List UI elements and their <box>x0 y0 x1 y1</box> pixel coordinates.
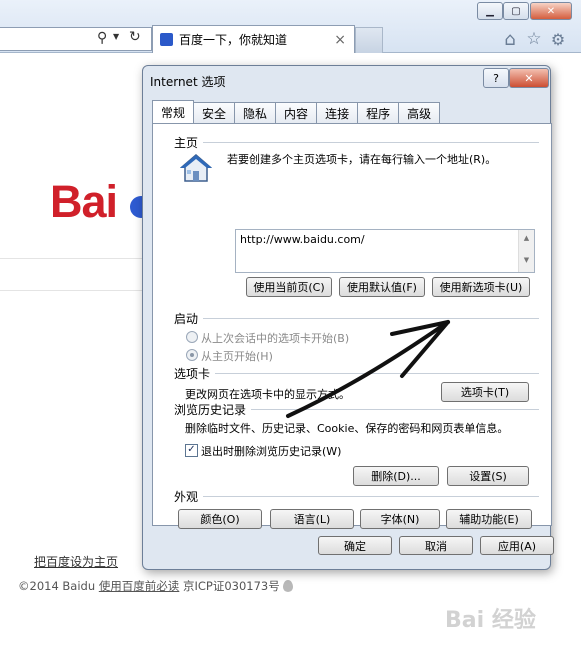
tabs-description: 更改网页在选项卡中的显示方式。 <box>185 388 350 401</box>
tab-title: 百度一下，你就知道 <box>179 33 288 47</box>
favorites-star-icon[interactable]: ☆ <box>525 29 543 49</box>
tab-close-icon[interactable]: × <box>334 32 346 48</box>
dialog-close-button[interactable]: ✕ <box>509 68 549 88</box>
url-scrollbar[interactable]: ▲ ▼ <box>518 230 534 272</box>
window-close-button[interactable]: ✕ <box>530 2 572 20</box>
colors-button[interactable]: 颜色(O) <box>178 509 262 529</box>
address-bar[interactable]: ⚲ ▼ ↻ <box>0 27 152 51</box>
startup-option-homepage[interactable]: 从主页开始(H) <box>186 348 273 364</box>
homepage-url-field[interactable]: http://www.baidu.com/ ▲ ▼ <box>235 229 535 273</box>
footer-copyright: ©2014 Baidu <box>18 579 96 593</box>
scroll-up-icon[interactable]: ▲ <box>519 234 534 242</box>
baidu-favicon-icon <box>160 33 173 46</box>
history-header: 浏览历史记录 <box>174 403 247 417</box>
footer-terms-link[interactable]: 使用百度前必读 <box>99 579 180 593</box>
minimize-icon: ▁ <box>486 5 494 17</box>
use-new-tab-button[interactable]: 使用新选项卡(U) <box>432 277 530 297</box>
page-divider <box>0 258 145 259</box>
tab-general[interactable]: 常规 <box>152 100 195 123</box>
section-divider <box>203 496 539 497</box>
help-icon: ? <box>493 71 499 85</box>
maximize-button[interactable]: ▢ <box>503 2 529 20</box>
minimize-button[interactable]: ▁ <box>477 2 503 20</box>
dropdown-arrow-icon[interactable]: ▼ <box>113 32 119 41</box>
close-icon: ✕ <box>546 5 556 17</box>
help-button[interactable]: ? <box>483 68 509 88</box>
new-tab-button[interactable] <box>355 27 383 53</box>
section-divider <box>203 142 539 143</box>
use-current-button[interactable]: 使用当前页(C) <box>246 277 332 297</box>
dialog-tabs: 常规 安全 隐私 内容 连接 程序 高级 <box>152 100 441 123</box>
startup-option-last-label: 从上次会话中的选项卡开始(B) <box>201 332 350 345</box>
scroll-down-icon[interactable]: ▼ <box>519 256 534 264</box>
history-description: 删除临时文件、历史记录、Cookie、保存的密码和网页表单信息。 <box>185 422 509 435</box>
baidu-logo: Bai <box>50 176 118 227</box>
tab-connections[interactable]: 连接 <box>316 102 359 123</box>
refresh-icon[interactable]: ↻ <box>129 29 141 45</box>
delete-history-button[interactable]: 删除(D)... <box>353 466 439 486</box>
tab-content[interactable]: 内容 <box>275 102 318 123</box>
homepage-url-text: http://www.baidu.com/ <box>240 233 365 246</box>
section-divider <box>203 318 539 319</box>
accessibility-button[interactable]: 辅助功能(E) <box>446 509 532 529</box>
set-homepage-link[interactable]: 把百度设为主页 <box>34 553 118 570</box>
tab-security[interactable]: 安全 <box>193 102 236 123</box>
house-icon <box>179 154 213 182</box>
startup-header: 启动 <box>174 312 199 326</box>
ok-button[interactable]: 确定 <box>318 536 392 555</box>
cancel-button[interactable]: 取消 <box>399 536 473 555</box>
page-footer: ©2014 Baidu 使用百度前必读 京ICP证030173号 <box>18 578 294 594</box>
tab-programs[interactable]: 程序 <box>357 102 400 123</box>
home-icon[interactable]: ⌂ <box>501 29 519 50</box>
startup-option-last-session[interactable]: 从上次会话中的选项卡开始(B) <box>186 330 349 346</box>
browser-tab[interactable]: 百度一下，你就知道 × <box>152 25 355 53</box>
tabs-header: 选项卡 <box>174 367 211 381</box>
dialog-title: Internet 选项 <box>150 75 226 89</box>
appearance-header: 外观 <box>174 490 199 504</box>
fonts-button[interactable]: 字体(N) <box>360 509 440 529</box>
use-default-button[interactable]: 使用默认值(F) <box>339 277 425 297</box>
maximize-icon: ▢ <box>511 5 521 17</box>
tab-privacy[interactable]: 隐私 <box>234 102 277 123</box>
section-divider <box>251 409 539 410</box>
delete-on-exit-checkbox[interactable]: ✓ <box>185 444 198 457</box>
watermark: Bai 经验 <box>445 608 536 633</box>
homepage-hint: 若要创建多个主页选项卡，请在每行输入一个地址(R)。 <box>227 153 497 166</box>
startup-option-home-label: 从主页开始(H) <box>201 350 273 363</box>
internet-options-dialog: Internet 选项 ? ✕ 常规 安全 隐私 内容 连接 程序 高级 主页 … <box>142 65 554 570</box>
general-tab-panel: 主页 若要创建多个主页选项卡，请在每行输入一个地址(R)。 http://www… <box>152 123 552 529</box>
tools-gear-icon[interactable]: ⚙ <box>549 30 567 49</box>
footer-icp[interactable]: 京ICP证030173号 <box>183 579 280 593</box>
location-pin-icon <box>283 580 294 592</box>
radio-button[interactable] <box>186 331 198 343</box>
close-icon: ✕ <box>524 71 534 85</box>
history-settings-button[interactable]: 设置(S) <box>447 466 529 486</box>
languages-button[interactable]: 语言(L) <box>270 509 354 529</box>
radio-button-selected[interactable] <box>186 349 198 361</box>
search-icon[interactable]: ⚲ <box>97 30 107 46</box>
page-divider <box>0 290 145 291</box>
tabs-settings-button[interactable]: 选项卡(T) <box>441 382 529 402</box>
tab-advanced[interactable]: 高级 <box>398 102 441 123</box>
section-divider <box>215 373 539 374</box>
delete-on-exit-label[interactable]: 退出时删除浏览历史记录(W) <box>201 443 341 459</box>
homepage-header: 主页 <box>174 136 199 150</box>
apply-button[interactable]: 应用(A) <box>480 536 554 555</box>
